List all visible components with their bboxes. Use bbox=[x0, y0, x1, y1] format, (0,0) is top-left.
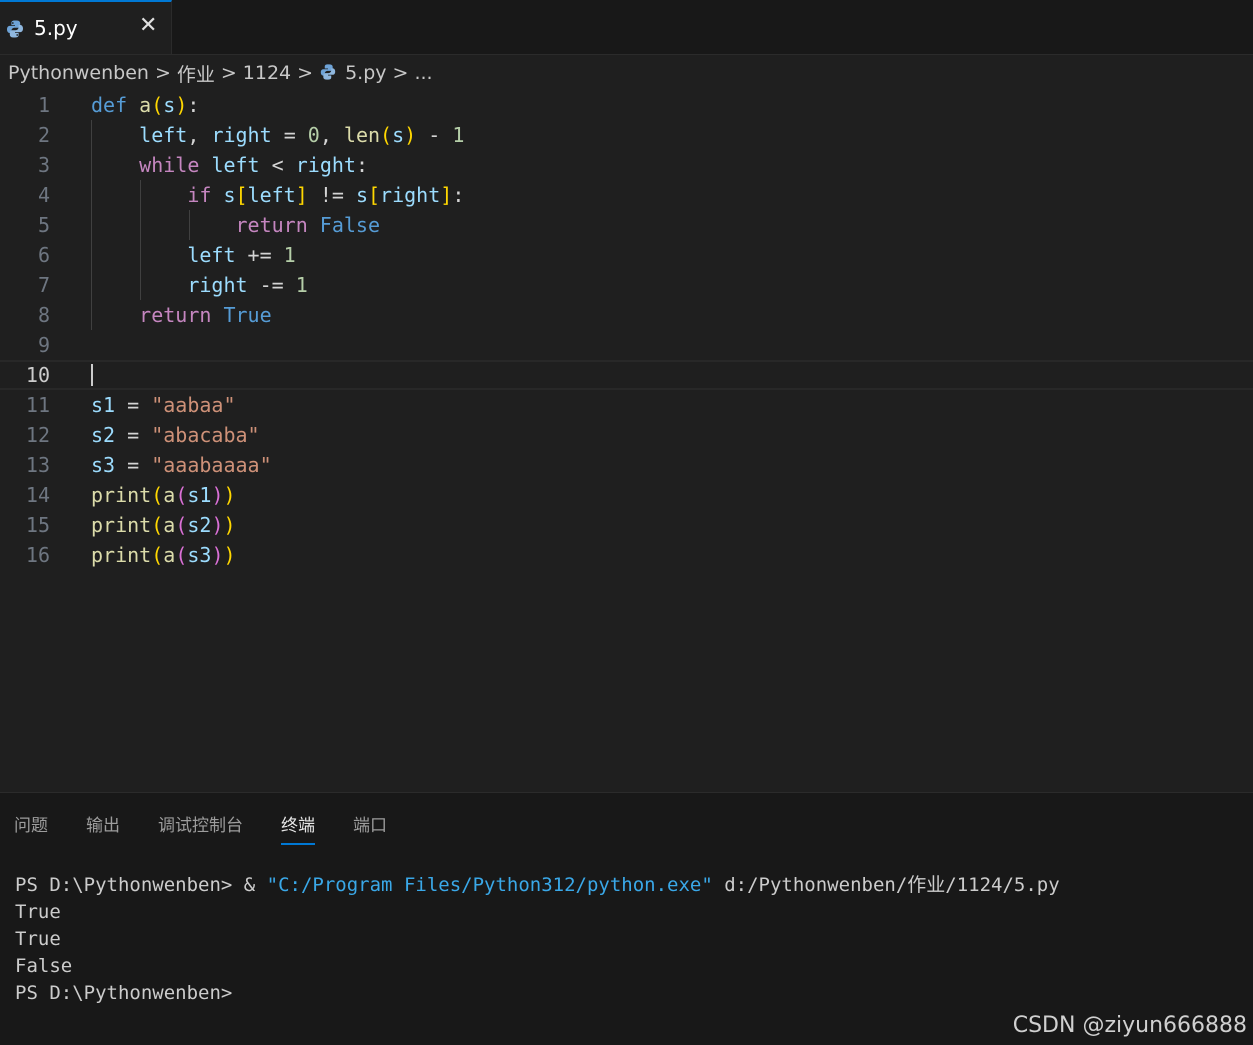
code-line[interactable]: 6 left += 1 bbox=[0, 240, 1253, 270]
code-text: print(a(s2)) bbox=[91, 513, 236, 537]
code-line[interactable]: 11 s1 = "aabaa" bbox=[0, 390, 1253, 420]
python-file-icon bbox=[319, 63, 337, 86]
python-file-icon bbox=[5, 19, 25, 43]
code-editor[interactable]: 1 def a(s): 2 left, right = 0, len(s) - … bbox=[0, 90, 1253, 790]
terminal-output-line: True bbox=[15, 901, 61, 923]
code-line[interactable]: 8 return True bbox=[0, 300, 1253, 330]
code-text: while left < right: bbox=[139, 153, 368, 177]
tab-output[interactable]: 输出 bbox=[86, 811, 120, 845]
line-number: 2 bbox=[37, 123, 50, 147]
chevron-right-icon: > bbox=[154, 62, 171, 84]
line-number: 11 bbox=[25, 393, 50, 417]
terminal-prompt[interactable]: PS D:\Pythonwenben> bbox=[15, 980, 232, 1007]
line-number: 12 bbox=[25, 423, 50, 447]
code-line[interactable]: 4 if s[left] != s[right]: bbox=[0, 180, 1253, 210]
code-line[interactable]: 1 def a(s): bbox=[0, 90, 1253, 120]
code-text: print(a(s1)) bbox=[91, 483, 236, 507]
vscode-window: 5.py ✕ Pythonwenben > 作业 > 1124 > 5.py >… bbox=[0, 0, 1253, 1045]
code-text: return True bbox=[139, 303, 272, 327]
code-line[interactable]: 2 left, right = 0, len(s) - 1 bbox=[0, 120, 1253, 150]
line-number: 5 bbox=[37, 213, 50, 237]
line-number: 7 bbox=[37, 273, 50, 297]
chevron-right-icon: > bbox=[297, 62, 314, 84]
code-text: s1 = "aabaa" bbox=[91, 393, 236, 417]
code-text: s2 = "abacaba" bbox=[91, 423, 260, 447]
code-text: left += 1 bbox=[187, 243, 296, 267]
code-text: if s[left] != s[right]: bbox=[187, 183, 465, 207]
code-text: left, right = 0, len(s) - 1 bbox=[139, 123, 465, 147]
code-line[interactable]: 15 print(a(s2)) bbox=[0, 510, 1253, 540]
breadcrumb: Pythonwenben > 作业 > 1124 > 5.py > ... bbox=[8, 58, 433, 88]
line-number: 15 bbox=[25, 513, 50, 537]
bottom-panel: 问题 输出 调试控制台 终端 端口 PS D:\Pythonwenben> & … bbox=[0, 792, 1253, 1045]
close-icon[interactable]: ✕ bbox=[139, 13, 157, 38]
terminal-output-line: False bbox=[15, 955, 73, 977]
breadcrumb-item-file[interactable]: 5.py bbox=[345, 62, 386, 84]
code-line[interactable]: 7 right -= 1 bbox=[0, 270, 1253, 300]
breadcrumb-item-subfolder[interactable]: 1124 bbox=[243, 62, 291, 84]
code-line[interactable]: 13 s3 = "aaabaaaa" bbox=[0, 450, 1253, 480]
code-text: print(a(s3)) bbox=[91, 543, 236, 567]
text-cursor bbox=[91, 364, 93, 386]
line-number: 4 bbox=[37, 183, 50, 207]
code-line[interactable]: 5 return False bbox=[0, 210, 1253, 240]
code-line[interactable]: 12 s2 = "abacaba" bbox=[0, 420, 1253, 450]
line-number: 9 bbox=[37, 333, 50, 357]
breadcrumb-item-symbol[interactable]: ... bbox=[414, 62, 432, 84]
line-number: 16 bbox=[25, 543, 50, 567]
code-text: right -= 1 bbox=[187, 273, 308, 297]
line-number: 8 bbox=[37, 303, 50, 327]
line-number: 14 bbox=[25, 483, 50, 507]
tab-problems[interactable]: 问题 bbox=[14, 811, 48, 845]
line-number: 3 bbox=[37, 153, 50, 177]
line-number: 1 bbox=[37, 93, 50, 117]
tab-debug-console[interactable]: 调试控制台 bbox=[158, 811, 243, 845]
code-line[interactable]: 9 bbox=[0, 330, 1253, 360]
panel-tab-bar: 问题 输出 调试控制台 终端 端口 bbox=[14, 811, 387, 845]
chevron-right-icon: > bbox=[220, 62, 237, 84]
editor-tab-bar: 5.py ✕ bbox=[0, 0, 1253, 55]
code-line[interactable]: 3 while left < right: bbox=[0, 150, 1253, 180]
code-line-current[interactable]: 10 bbox=[0, 360, 1253, 390]
terminal-output-line: True bbox=[15, 928, 61, 950]
code-line[interactable]: 14 print(a(s1)) bbox=[0, 480, 1253, 510]
line-number: 6 bbox=[37, 243, 50, 267]
code-text: s3 = "aaabaaaa" bbox=[91, 453, 272, 477]
code-text: def a(s): bbox=[91, 93, 200, 117]
breadcrumb-item-folder[interactable]: 作业 bbox=[177, 60, 215, 87]
terminal-command-line[interactable]: PS D:\Pythonwenben> & "C:/Program Files/… bbox=[15, 872, 1060, 899]
chevron-right-icon: > bbox=[392, 62, 409, 84]
tab-terminal[interactable]: 终端 bbox=[281, 811, 315, 845]
code-text: return False bbox=[235, 213, 381, 237]
watermark: CSDN @ziyun666888 bbox=[1012, 1013, 1247, 1038]
tab-label: 5.py bbox=[34, 16, 78, 40]
tab-ports[interactable]: 端口 bbox=[353, 811, 387, 845]
breadcrumb-item-root[interactable]: Pythonwenben bbox=[8, 62, 149, 84]
line-number: 13 bbox=[25, 453, 50, 477]
code-line[interactable]: 16 print(a(s3)) bbox=[0, 540, 1253, 570]
tab-5py[interactable]: 5.py ✕ bbox=[0, 0, 172, 54]
line-number: 10 bbox=[25, 363, 50, 387]
